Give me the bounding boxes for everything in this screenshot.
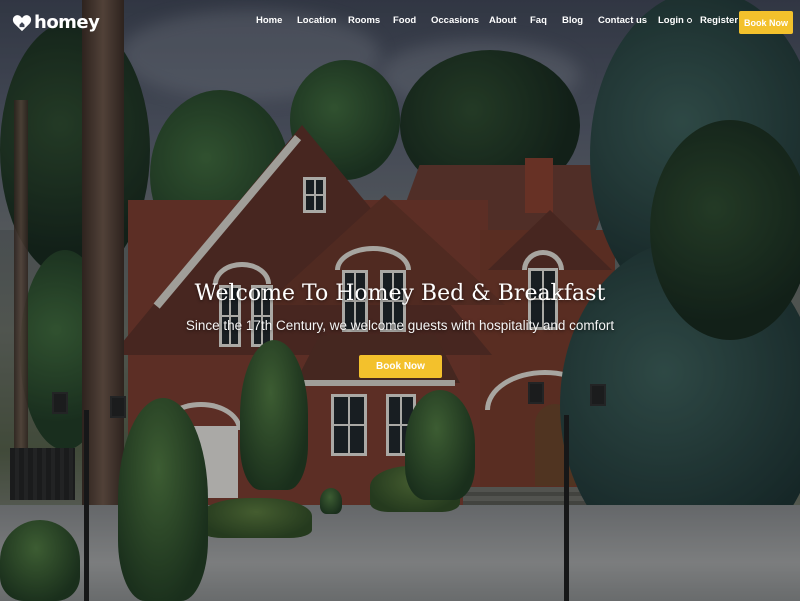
brand-name: homey	[34, 12, 100, 33]
nav-item-blog[interactable]: Blog	[562, 15, 583, 26]
nav-item-faq[interactable]: Faq	[530, 15, 547, 26]
hero-book-now-button[interactable]: Book Now	[359, 355, 442, 378]
hero-subtitle: Since the 17th Century, we welcome guest…	[185, 318, 615, 333]
nav-item-rooms[interactable]: Rooms	[348, 15, 380, 26]
heart-house-icon	[12, 14, 32, 31]
register-link[interactable]: Register	[700, 15, 738, 26]
login-link[interactable]: Login	[658, 15, 684, 26]
nav-book-now-button[interactable]: Book Now	[739, 11, 793, 34]
top-navbar: homey Home Location Rooms Food Occasions…	[0, 0, 800, 44]
nav-item-about[interactable]: About	[489, 15, 516, 26]
hero-title: Welcome To Homey Bed & Breakfast	[194, 281, 606, 306]
separator-dot-icon	[687, 18, 692, 23]
brand-logo[interactable]: homey	[12, 12, 100, 33]
nav-item-home[interactable]: Home	[256, 15, 282, 26]
nav-item-food[interactable]: Food	[393, 15, 416, 26]
nav-item-location[interactable]: Location	[297, 15, 337, 26]
nav-item-occasions[interactable]: Occasions	[431, 15, 479, 26]
nav-item-contact[interactable]: Contact us	[598, 15, 647, 26]
